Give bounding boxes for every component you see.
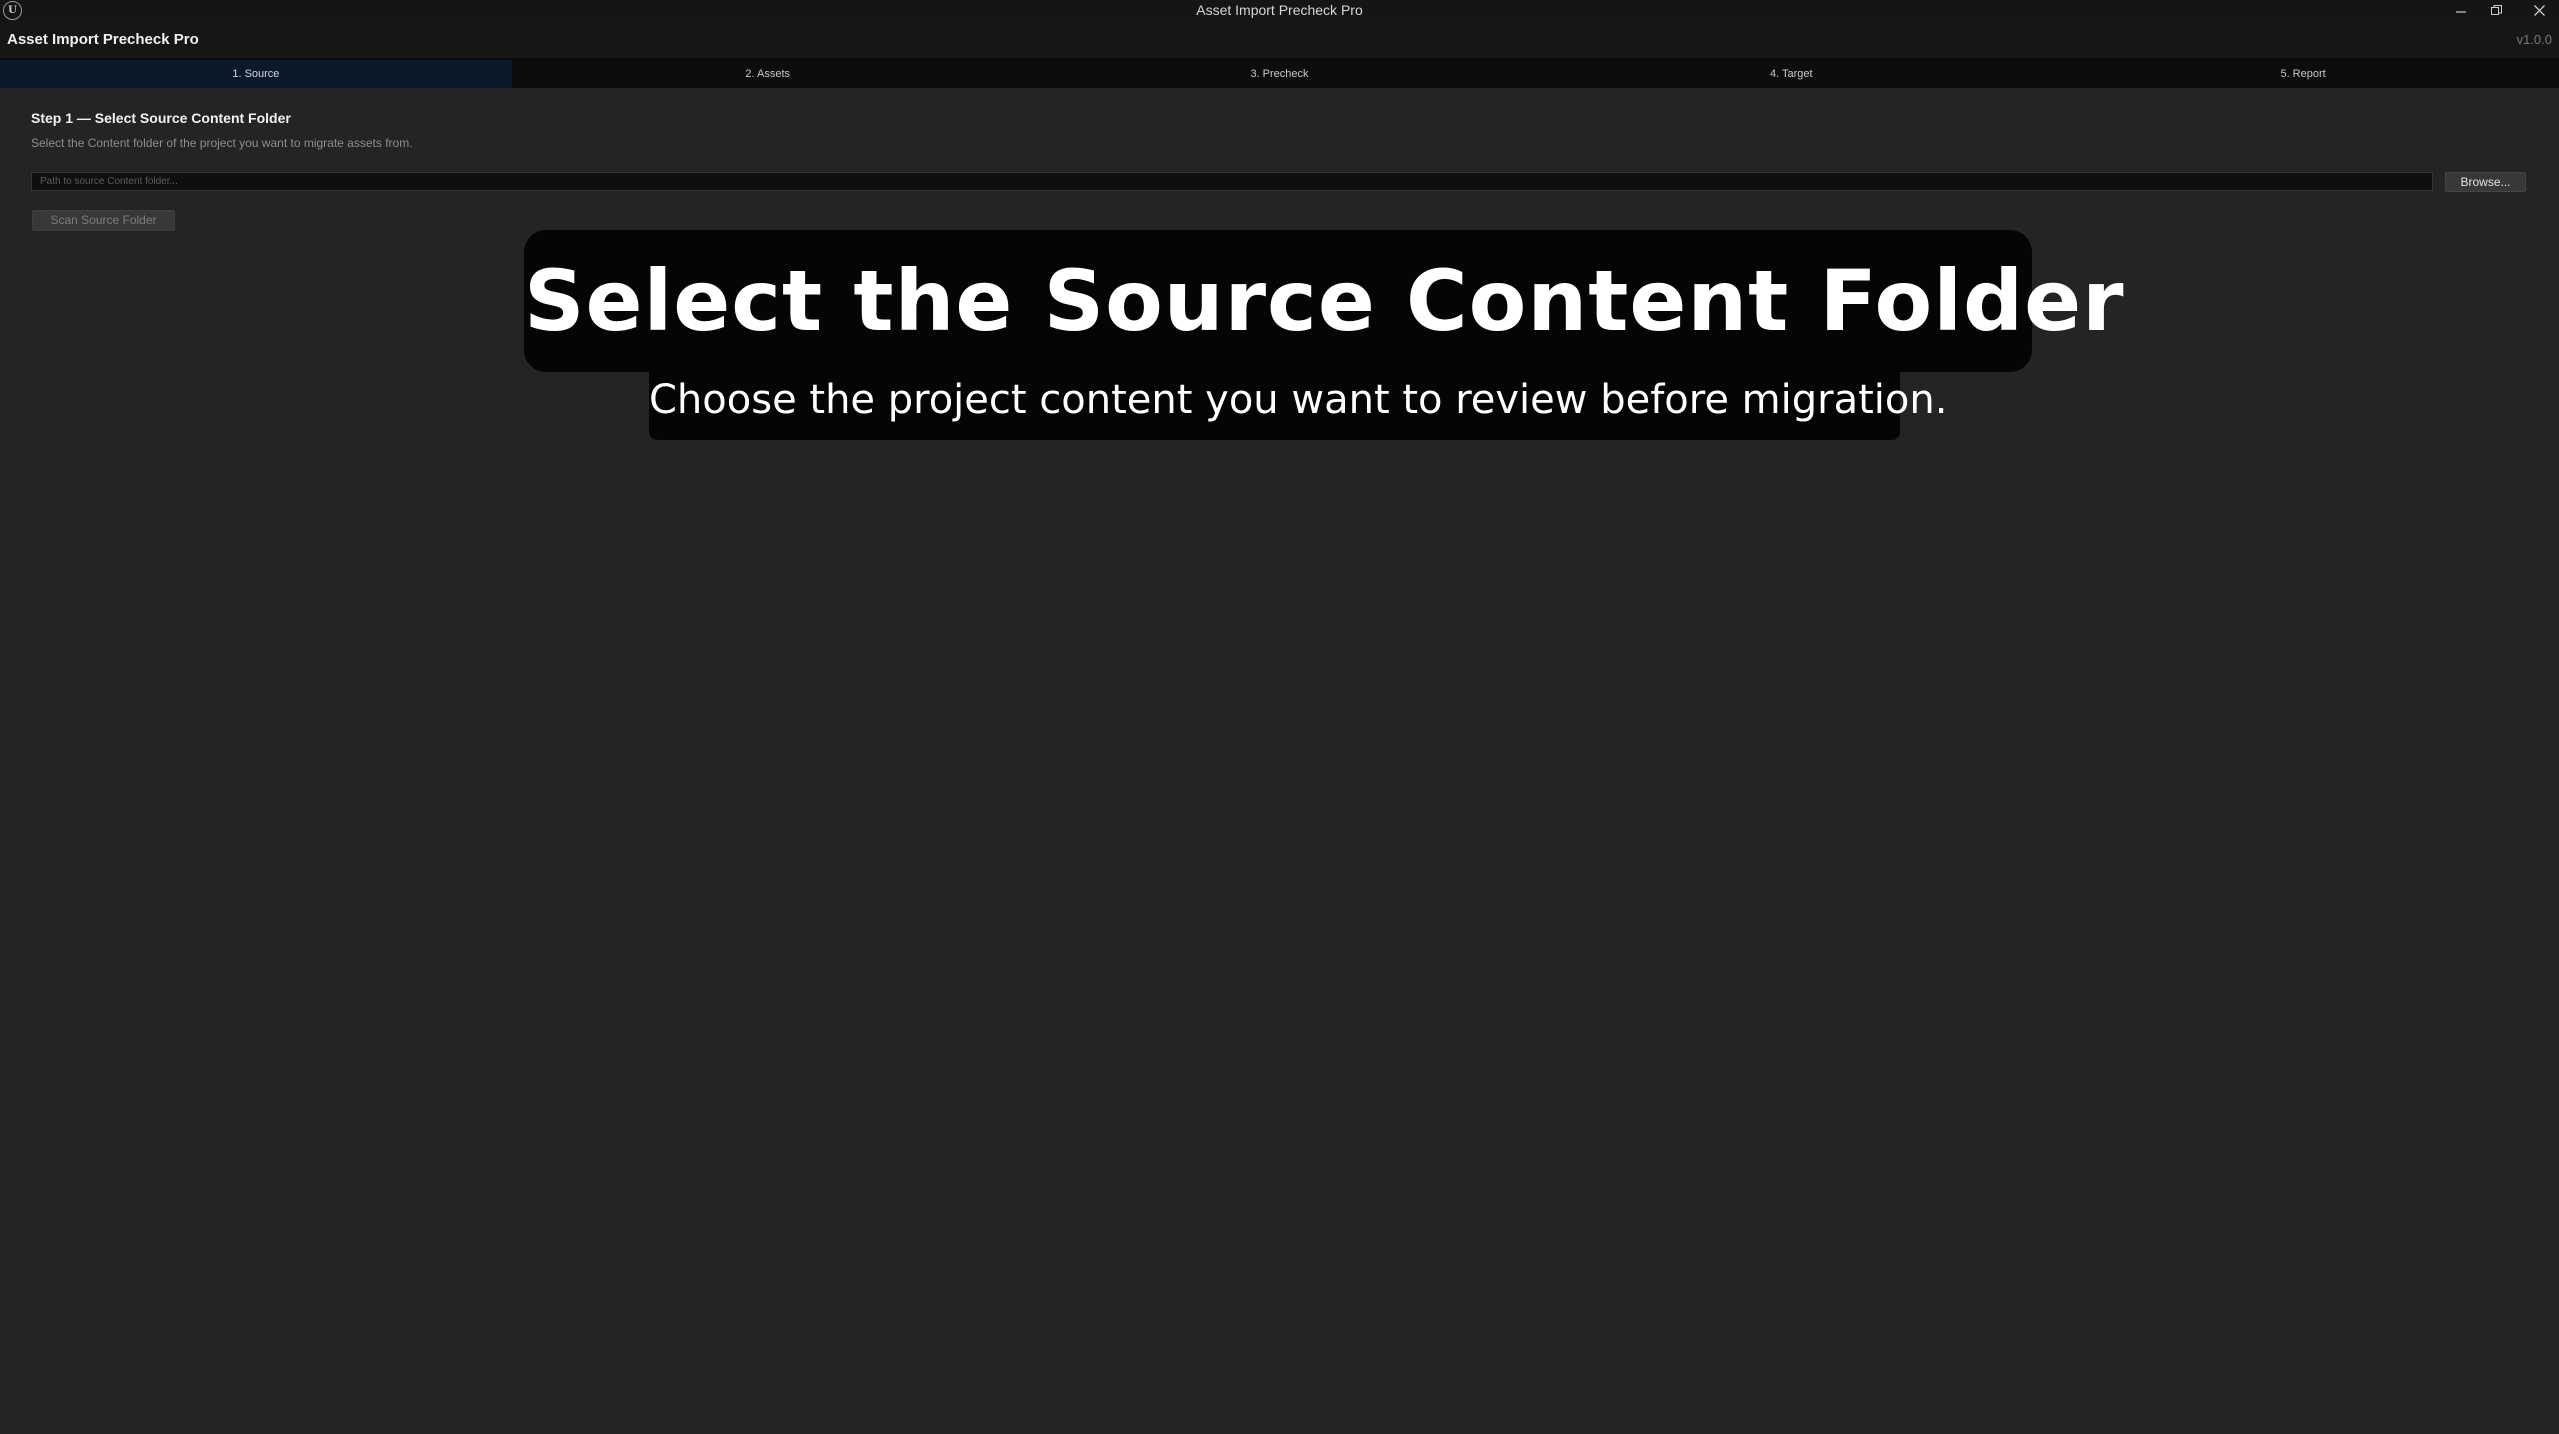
close-icon (2533, 5, 2545, 16)
app-header: Asset Import Precheck Pro v1.0.0 (0, 21, 2559, 58)
step-description: Select the Content folder of the project… (31, 136, 413, 150)
window-titlebar: U Asset Import Precheck Pro (0, 0, 2559, 21)
version-label: v1.0.0 (2516, 32, 2552, 47)
scan-source-folder-button[interactable]: Scan Source Folder (32, 210, 175, 231)
tab-target[interactable]: 4. Target (1535, 60, 2047, 88)
tab-precheck[interactable]: 3. Precheck (1024, 60, 1536, 88)
browse-button[interactable]: Browse... (2445, 172, 2526, 192)
overlay-caption-subtitle: Choose the project content you want to r… (649, 372, 1947, 440)
tab-report[interactable]: 5. Report (2047, 60, 2559, 88)
wizard-tabs: 1. Source 2. Assets 3. Precheck 4. Targe… (0, 58, 2559, 88)
overlay-caption-title: Select the Source Content Folder (524, 230, 2124, 372)
restore-button[interactable] (2476, 0, 2516, 21)
minimize-button[interactable] (2441, 0, 2481, 21)
app-title: Asset Import Precheck Pro (7, 31, 199, 48)
tab-assets[interactable]: 2. Assets (512, 60, 1024, 88)
source-path-input[interactable] (31, 172, 2433, 191)
minimize-icon (2456, 10, 2466, 13)
tab-source[interactable]: 1. Source (0, 60, 512, 88)
restore-icon (2490, 5, 2502, 15)
step-heading: Step 1 — Select Source Content Folder (31, 110, 291, 126)
close-button[interactable] (2519, 0, 2559, 21)
window-title: Asset Import Precheck Pro (1196, 2, 1363, 18)
